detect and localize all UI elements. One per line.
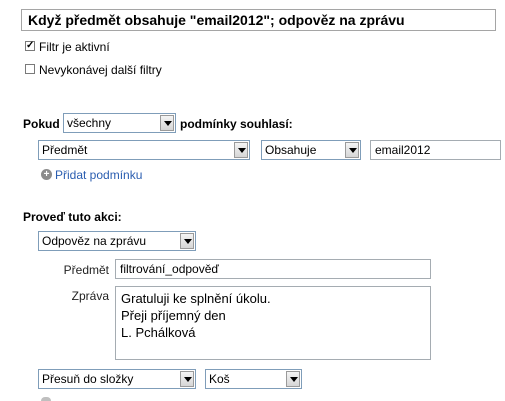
add-condition-link[interactable]: Přidat podmínku [55, 168, 142, 182]
match-mode-select[interactable]: všechny [63, 113, 176, 133]
chevron-down-icon [180, 371, 194, 387]
plus-circle-icon[interactable]: + [41, 169, 52, 180]
reply-subject-label: Předmět [63, 263, 109, 277]
partial-radio-icon [41, 397, 51, 401]
stop-filters-checkbox[interactable] [25, 64, 35, 74]
chevron-down-icon [160, 115, 174, 131]
filter-name-input[interactable]: Když předmět obsahuje "email2012"; odpov… [21, 9, 496, 31]
second-action-value: Přesuň do složky [42, 372, 134, 386]
chevron-down-icon [286, 371, 300, 387]
condition-field-value: Předmět [42, 143, 88, 157]
second-action-select[interactable]: Přesuň do složky [38, 369, 196, 389]
message-line: Gratuluji ke splnění úkolu. [121, 291, 271, 306]
condition-suffix-label: podmínky souhlasí: [180, 117, 293, 131]
chevron-down-icon [234, 142, 248, 158]
reply-subject-input[interactable]: filtrování_odpověď [115, 259, 431, 279]
message-line: Přeji příjemný den [121, 308, 226, 323]
condition-operator-value: Obsahuje [265, 143, 317, 157]
chevron-down-icon [180, 233, 194, 249]
action-select[interactable]: Odpověz na zprávu [38, 231, 196, 251]
chevron-down-icon [345, 142, 359, 158]
message-line: L. Pchálková [121, 325, 196, 340]
filter-active-checkbox[interactable]: ✓ [25, 41, 35, 51]
reply-message-label: Zpráva [71, 289, 109, 303]
action-heading: Proveď tuto akci: [23, 210, 122, 224]
condition-prefix-label: Pokud [23, 117, 60, 131]
condition-field-select[interactable]: Předmět [38, 140, 250, 160]
condition-query-input[interactable]: email2012 [370, 140, 501, 160]
match-mode-value: všechny [67, 116, 112, 130]
folder-value: Koš [209, 372, 230, 386]
condition-operator-select[interactable]: Obsahuje [261, 140, 361, 160]
action-value: Odpověz na zprávu [42, 234, 147, 248]
reply-message-textarea[interactable]: Gratuluji ke splnění úkolu. Přeji příjem… [115, 286, 431, 360]
filter-active-label: Filtr je aktivní [39, 40, 110, 54]
folder-select[interactable]: Koš [205, 369, 302, 389]
stop-filters-label: Nevykonávej další filtry [39, 63, 162, 77]
